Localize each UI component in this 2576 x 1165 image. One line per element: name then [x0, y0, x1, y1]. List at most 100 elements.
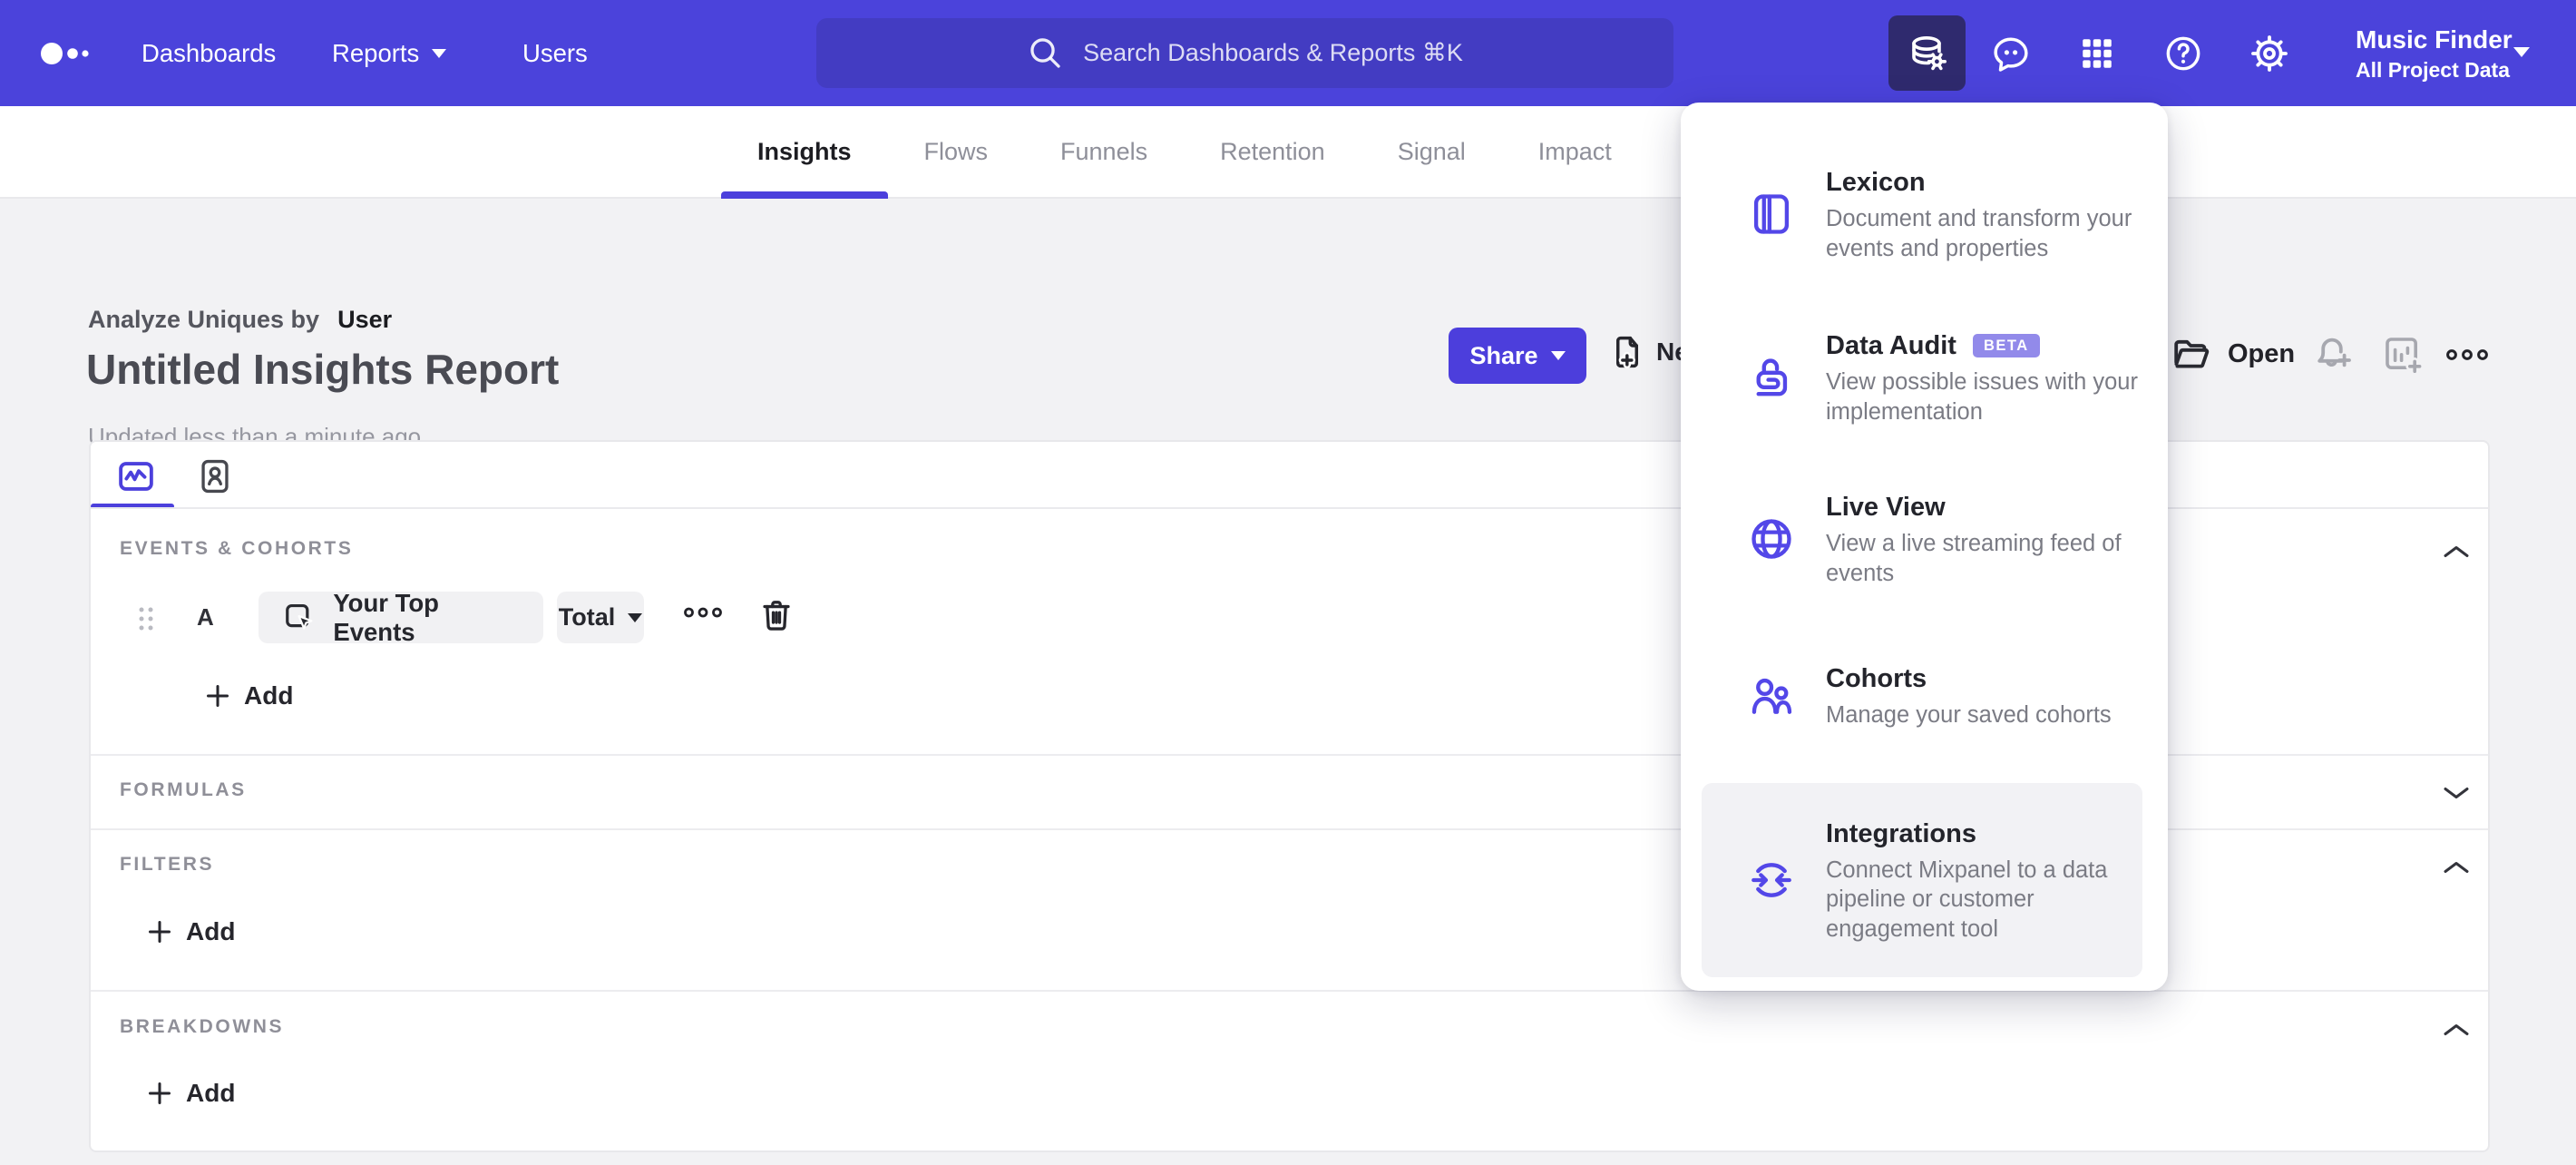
data-management-button[interactable] [1888, 15, 1966, 91]
metric-label: Total [558, 603, 616, 631]
event-name: Your Top Events [333, 588, 439, 646]
help-icon [2166, 36, 2200, 70]
add-label: Add [186, 1079, 236, 1107]
menu-item-title: Lexicon [1826, 168, 1926, 197]
cohorts-users-icon [1751, 678, 1792, 714]
menu-item-description: View a live streaming feed of events [1826, 531, 2122, 586]
menu-item-live-view[interactable]: Live View View a live streaming feed of … [1702, 458, 2142, 620]
menu-item-lexicon[interactable]: Lexicon Document and transform your even… [1702, 132, 2142, 297]
menu-item-data-audit[interactable]: Data Audit BETA View possible issues wit… [1702, 297, 2142, 458]
ellipsis-icon [684, 607, 722, 618]
report-more-actions-button[interactable] [2445, 347, 2489, 363]
analyze-by-row: Analyze Uniques by User [88, 306, 392, 334]
menu-item-text: Data Audit BETA View possible issues wit… [1826, 328, 2142, 426]
project-scope: All Project Data [2356, 58, 2510, 82]
expand-formulas-button[interactable] [2442, 785, 2471, 801]
add-event-button[interactable]: Add [204, 671, 293, 721]
tab-user-profiles[interactable] [196, 455, 234, 498]
sync-arrows-icon [1751, 863, 1791, 897]
tab-flows[interactable]: Flows [888, 106, 1025, 197]
plus-icon [149, 1082, 171, 1104]
open-report-button[interactable]: Open [2170, 332, 2295, 376]
collapse-filters-button[interactable] [2442, 859, 2471, 876]
drag-handle[interactable] [136, 605, 156, 632]
data-management-menu: Lexicon Document and transform your even… [1681, 103, 2168, 991]
search-icon [1030, 37, 1060, 68]
tab-retention[interactable]: Retention [1184, 106, 1361, 197]
nav-item-reports[interactable]: Reports [332, 0, 447, 106]
add-label: Add [244, 681, 294, 710]
add-filter-button[interactable]: Add [146, 906, 235, 957]
plus-icon [149, 921, 171, 943]
bell-plus-icon [2317, 338, 2351, 367]
event-row-letter: A [197, 603, 214, 631]
beta-badge: BETA [1972, 333, 2040, 358]
feedback-bubble-icon [1994, 37, 2028, 72]
menu-item-title: Integrations [1826, 818, 1976, 848]
chevron-up-icon [2444, 546, 2469, 557]
globe-icon [1751, 519, 1791, 559]
menu-item-cohorts[interactable]: Cohorts Manage your saved cohorts [1702, 620, 2142, 772]
chevron-down-icon [1550, 351, 1566, 360]
tab-insights[interactable]: Insights [721, 106, 888, 199]
collapse-breakdowns-button[interactable] [2442, 1022, 2471, 1038]
project-switcher[interactable]: Music Finder All Project Data [2356, 24, 2513, 83]
apps-grid-icon [2083, 38, 2112, 68]
create-alert-button[interactable] [2311, 332, 2355, 376]
document-plus-icon [1615, 336, 1639, 369]
tab-metrics[interactable] [114, 456, 158, 496]
apps-grid-button[interactable] [2065, 0, 2129, 106]
trash-icon [763, 601, 790, 631]
share-button[interactable]: Share [1449, 328, 1586, 384]
chevron-up-icon [2444, 862, 2469, 873]
project-name: Music Finder [2356, 25, 2513, 54]
open-label: Open [2228, 338, 2296, 368]
menu-item-text: Integrations Connect Mixpanel to a data … [1826, 817, 2142, 945]
nav-item-label: Reports [332, 38, 420, 67]
add-to-dashboard-button[interactable] [2380, 332, 2424, 376]
collapse-events-button[interactable] [2442, 543, 2471, 560]
chevron-down-icon [432, 48, 447, 58]
nav-item-dashboards[interactable]: Dashboards [141, 0, 276, 106]
menu-item-integrations[interactable]: Integrations Connect Mixpanel to a data … [1702, 783, 2142, 977]
event-selector-button[interactable]: Your Top Events [259, 589, 543, 646]
nav-item-label: Users [522, 38, 588, 67]
global-search-input[interactable]: Search Dashboards & Reports ⌘K [816, 18, 1673, 88]
add-label: Add [186, 917, 236, 945]
section-filters-label: FILTERS [120, 854, 215, 875]
nav-item-users[interactable]: Users [522, 0, 588, 106]
activity-chart-icon [119, 462, 153, 491]
menu-item-title: Data Audit [1826, 331, 1956, 360]
metric-selector-button[interactable]: Total [557, 592, 644, 643]
ellipsis-icon [2446, 349, 2488, 360]
chevron-down-icon [628, 612, 643, 622]
menu-item-title: Live View [1826, 493, 1946, 522]
feedback-button[interactable] [1979, 0, 2043, 106]
analyze-entity-selector[interactable]: User [337, 306, 392, 334]
settings-gear-icon [2251, 34, 2288, 72]
section-formulas-label: FORMULAS [120, 779, 247, 800]
chevron-down-icon [2444, 788, 2469, 798]
event-row-more-button[interactable] [683, 605, 723, 620]
settings-button[interactable] [2238, 0, 2301, 106]
menu-item-text: Live View View a live streaming feed of … [1826, 490, 2142, 588]
chart-plus-icon [2386, 338, 2424, 376]
top-nav: Dashboards Reports Users Search Dashboar… [0, 0, 2576, 106]
search-placeholder: Search Dashboards & Reports ⌘K [1083, 39, 1463, 66]
mixpanel-logo-icon[interactable] [40, 40, 94, 67]
menu-item-title: Cohorts [1826, 664, 1927, 694]
book-icon [1753, 194, 1790, 234]
add-breakdown-button[interactable]: Add [146, 1068, 235, 1119]
analyze-prefix: Analyze Uniques by [88, 306, 320, 333]
help-button[interactable] [2152, 0, 2215, 106]
tab-signal[interactable]: Signal [1361, 106, 1502, 197]
tab-funnels[interactable]: Funnels [1024, 106, 1184, 197]
profile-card-icon [201, 459, 229, 494]
plus-icon [207, 685, 229, 707]
database-gear-icon [1911, 35, 1947, 70]
report-tabs: Insights Flows Funnels Retention Signal … [721, 106, 1648, 199]
report-title[interactable]: Untitled Insights Report [86, 345, 559, 394]
delete-event-button[interactable] [757, 594, 795, 636]
tab-impact[interactable]: Impact [1502, 106, 1648, 197]
menu-item-text: Cohorts Manage your saved cohorts [1826, 661, 2142, 730]
